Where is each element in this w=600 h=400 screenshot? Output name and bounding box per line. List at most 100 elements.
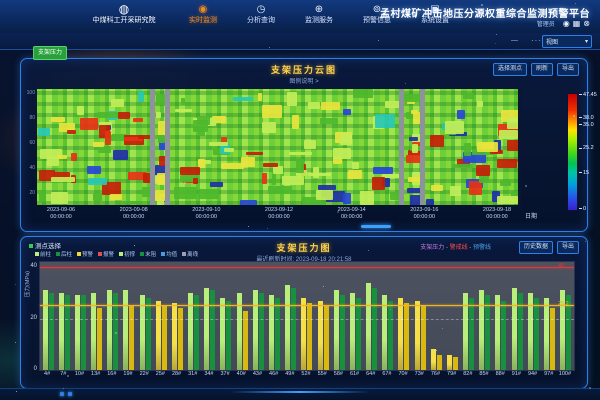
heat-blob: [499, 130, 518, 139]
bar-front[interactable]: [334, 290, 339, 370]
bar-rear[interactable]: [550, 308, 555, 370]
heatmap-button-3[interactable]: 导出: [557, 63, 579, 76]
nav-item-2[interactable]: ◷分析查询: [238, 4, 284, 25]
bar-rear[interactable]: [388, 301, 393, 370]
bar-rear[interactable]: [162, 306, 167, 370]
bar-rear[interactable]: [485, 295, 490, 370]
status-label: 警戒线: [450, 245, 468, 251]
bar-rear[interactable]: [453, 357, 458, 370]
bar-x-label: 49#: [285, 371, 294, 377]
bar-group: [172, 262, 183, 370]
bar-group: [91, 262, 102, 370]
heatmap-scrollbar[interactable]: [361, 225, 391, 228]
bar-front[interactable]: [301, 298, 306, 370]
bar-front[interactable]: [366, 283, 371, 370]
bar-rear[interactable]: [81, 295, 86, 370]
bar-rear[interactable]: [356, 298, 361, 370]
bar-front[interactable]: [140, 295, 145, 370]
bar-rear[interactable]: [340, 295, 345, 370]
bar-rear[interactable]: [437, 355, 442, 370]
heatmap-date-label: 2023-09-1000:00:00: [176, 207, 236, 221]
bar-front[interactable]: [415, 301, 420, 370]
bar-rear[interactable]: [65, 295, 70, 370]
heat-blob: [404, 94, 420, 102]
apps-icon[interactable]: ▦: [573, 19, 581, 28]
more-menu-icon[interactable]: ···: [531, 36, 542, 45]
bar-rear[interactable]: [501, 301, 506, 370]
bar-rear[interactable]: [421, 306, 426, 370]
bar-rear[interactable]: [226, 301, 231, 370]
bar-rear[interactable]: [129, 306, 134, 370]
bar-front[interactable]: [495, 295, 500, 370]
heatmap-subtitle[interactable]: 图例说明 >: [21, 76, 587, 85]
bar-x-label: 25#: [156, 371, 165, 377]
bar-group: [43, 262, 54, 370]
bar-front[interactable]: [479, 290, 484, 370]
user-label: 管理员: [537, 19, 555, 28]
bar-x-label: 55#: [318, 371, 327, 377]
logout-icon[interactable]: ⊗: [583, 19, 590, 28]
bar-rear[interactable]: [194, 295, 199, 370]
bar-front[interactable]: [156, 301, 161, 370]
bar-rear[interactable]: [243, 311, 248, 370]
heat-blob: [343, 109, 351, 115]
bar-front[interactable]: [382, 295, 387, 370]
nav-item-1[interactable]: ◉实时监测: [180, 4, 226, 25]
heatmap-plot[interactable]: [37, 89, 521, 205]
view-dropdown[interactable]: 视图 ▾: [542, 35, 592, 48]
pressure-badge[interactable]: 支架压力: [33, 46, 67, 60]
bar-front[interactable]: [43, 290, 48, 370]
bar-rear[interactable]: [210, 290, 215, 370]
bar-group: [269, 262, 280, 370]
bar-front[interactable]: [447, 355, 452, 370]
bar-front[interactable]: [431, 349, 436, 370]
heatmap-button-1[interactable]: 选择测点: [493, 63, 527, 76]
star: [378, 40, 379, 41]
monitor-service-icon: ⊕: [296, 4, 342, 16]
bar-front[interactable]: [123, 290, 128, 370]
heat-blob: [181, 98, 185, 105]
bar-front[interactable]: [204, 288, 209, 370]
bar-rear[interactable]: [324, 306, 329, 370]
heat-blob: [97, 112, 121, 118]
user-icon[interactable]: ◉: [563, 19, 570, 28]
bar-button-2[interactable]: 导出: [557, 241, 579, 254]
heatmap-button-2[interactable]: 刷新: [531, 63, 553, 76]
bar-rear[interactable]: [307, 303, 312, 370]
bar-rear[interactable]: [146, 298, 151, 370]
bar-rear[interactable]: [97, 308, 102, 370]
nav-item-3[interactable]: ⊕监测服务: [296, 4, 342, 25]
bar-rear[interactable]: [534, 298, 539, 370]
bar-button-1[interactable]: 历史数据: [519, 241, 553, 254]
heat-blob: [198, 189, 218, 199]
bar-front[interactable]: [107, 290, 112, 370]
heat-blob: [193, 120, 208, 132]
logo: ◍ 中煤科工开采研究院: [84, 3, 164, 25]
bar-x-label: 43#: [253, 371, 262, 377]
bar-x-label: 64#: [366, 371, 375, 377]
collapse-dash[interactable]: —: [511, 37, 518, 44]
bar-front[interactable]: [269, 295, 274, 370]
bar-front[interactable]: [318, 301, 323, 370]
bar-rear[interactable]: [372, 288, 377, 370]
bar-rear[interactable]: [469, 298, 474, 370]
bar-front[interactable]: [398, 298, 403, 370]
bar-front[interactable]: [285, 285, 290, 370]
heat-blob: [500, 180, 512, 186]
bar-front[interactable]: [544, 298, 549, 370]
bar-front[interactable]: [253, 290, 258, 370]
bar-front[interactable]: [512, 288, 517, 370]
bar-rear[interactable]: [291, 288, 296, 370]
bar-rear[interactable]: [404, 303, 409, 370]
bar-rear[interactable]: [178, 308, 183, 370]
star: [495, 43, 496, 44]
bar-group: [318, 262, 329, 370]
bar-x-label: 88#: [496, 371, 505, 377]
heat-blob: [143, 173, 150, 183]
bar-front[interactable]: [172, 303, 177, 370]
heatmap-block-2: [155, 89, 165, 205]
bar-rear[interactable]: [275, 298, 280, 370]
bar-front[interactable]: [75, 295, 80, 370]
bar-front[interactable]: [220, 298, 225, 370]
bar-group: [528, 262, 539, 370]
